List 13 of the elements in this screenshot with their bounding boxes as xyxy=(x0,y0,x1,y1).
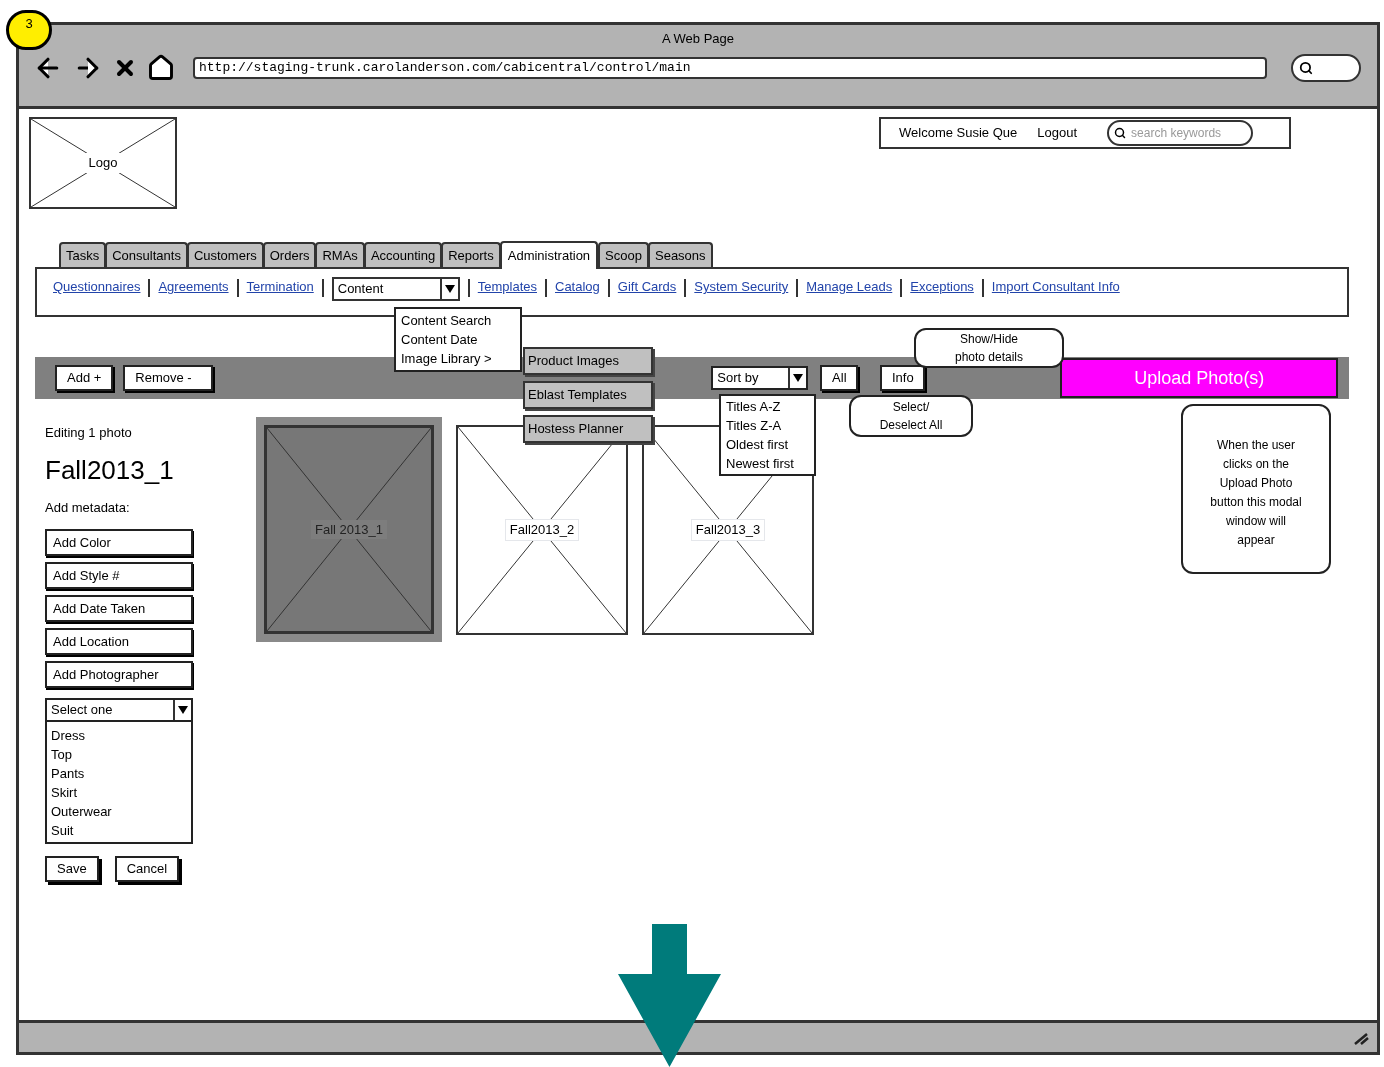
photo-title: Fall2013_1 xyxy=(45,453,175,487)
step-badge: 3 xyxy=(6,10,52,50)
callout: Select/ Deselect All xyxy=(849,395,973,437)
welcome-text: Welcome Susie Que xyxy=(899,124,1018,143)
callout: Show/Hide photo details xyxy=(914,328,1064,368)
metadata-label: Add metadata: xyxy=(45,498,131,517)
logo-label: Logo xyxy=(84,153,122,173)
image-caption: Fall2013_2 xyxy=(504,519,580,541)
callout: When the user clicks on the Upload Photo button this modal window will appear xyxy=(1181,404,1331,574)
window-title: A Web Page xyxy=(661,30,734,49)
editing-status: Editing 1 photo xyxy=(45,424,133,442)
image-caption: Fall2013_3 xyxy=(690,519,766,541)
image-caption: Fall 2013_1 xyxy=(311,519,387,540)
